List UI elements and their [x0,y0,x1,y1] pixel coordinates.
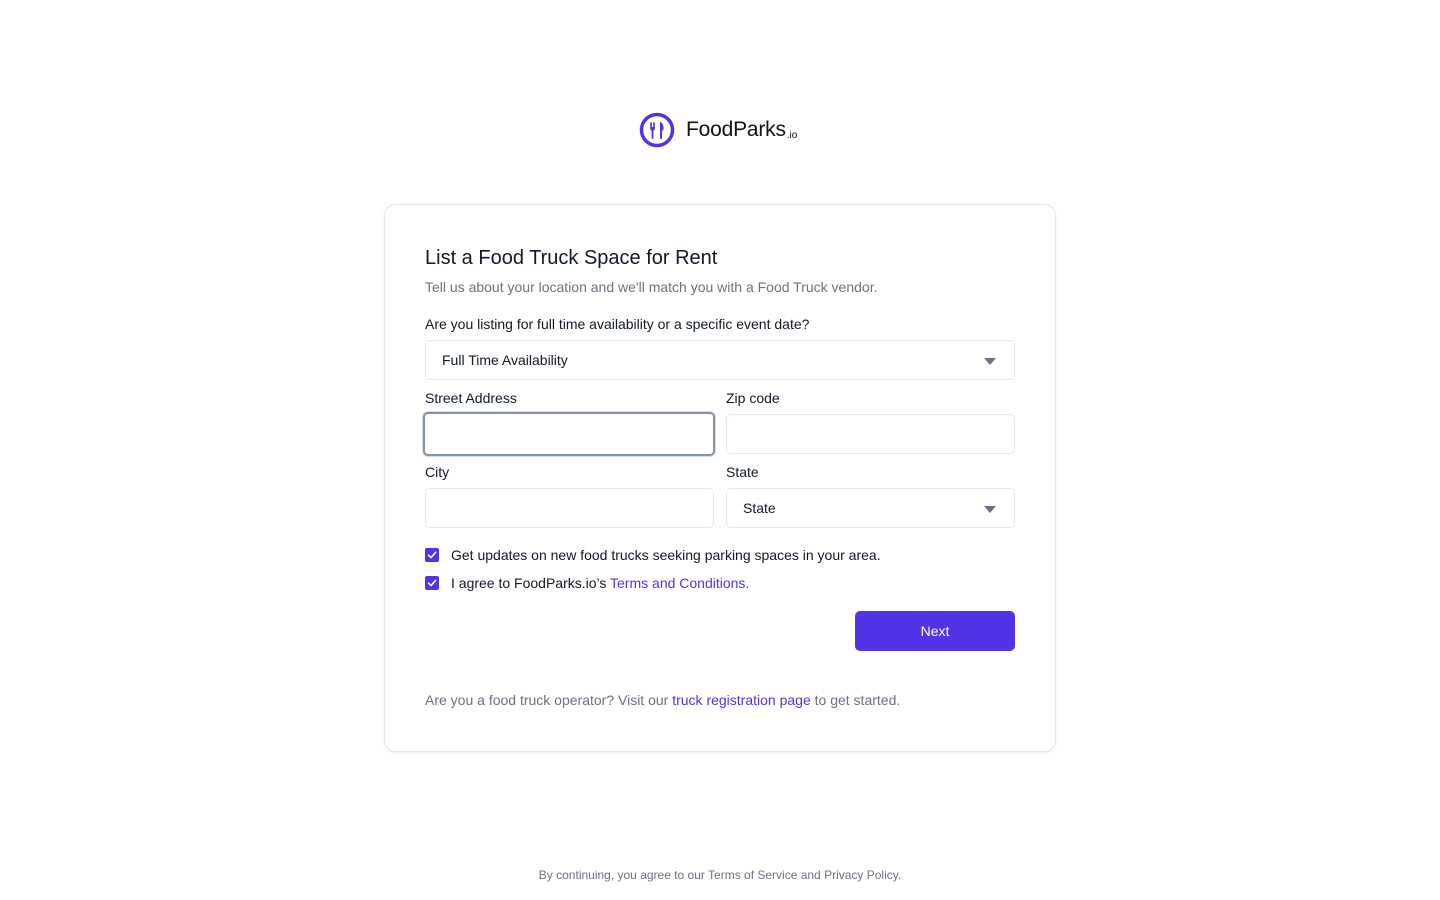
next-button[interactable]: Next [855,611,1015,651]
listing-form-card: List a Food Truck Space for Rent Tell us… [384,204,1056,752]
zip-code-input[interactable] [726,414,1015,454]
checkmark-icon [427,551,437,559]
checkmark-icon [427,579,437,587]
updates-checkbox-label: Get updates on new food trucks seeking p… [451,547,881,563]
terms-and-conditions-link[interactable]: Terms and Conditions [610,575,745,591]
brand-suffix: .io [786,129,798,141]
availability-label: Are you listing for full time availabili… [425,316,810,332]
form-subtitle: Tell us about your location and we'll ma… [425,279,878,295]
updates-checkbox[interactable] [425,548,439,562]
terms-label-suffix: . [745,575,750,591]
availability-selected-value: Full Time Availability [442,352,568,368]
state-select[interactable]: State [726,488,1015,528]
terms-checkbox-row[interactable]: I agree to FoodParks.io’s Terms and Cond… [425,575,749,591]
street-address-input[interactable] [423,412,715,456]
caret-down-icon [984,506,996,513]
updates-checkbox-row[interactable]: Get updates on new food trucks seeking p… [425,547,881,563]
operator-prompt-suffix: to get started. [810,692,901,708]
city-input[interactable] [425,488,714,528]
form-title: List a Food Truck Space for Rent [425,247,718,269]
legal-footer: By continuing, you agree to our Terms of… [538,868,902,882]
brand-logo[interactable]: FoodParks .io [639,112,797,148]
state-selected-value: State [743,500,776,516]
truck-registration-link[interactable]: truck registration page [672,692,811,708]
terms-checkbox[interactable] [425,576,439,590]
terms-label-prefix: I agree to FoodParks.io’s [451,575,611,591]
operator-prompt: Are you a food truck operator? Visit our… [425,692,900,708]
state-label: State [726,464,759,480]
street-address-label: Street Address [425,390,517,406]
terms-checkbox-label: I agree to FoodParks.io’s Terms and Cond… [451,575,749,591]
caret-down-icon [984,358,996,365]
zip-code-label: Zip code [726,390,780,406]
brand-name: FoodParks [686,118,786,141]
availability-select[interactable]: Full Time Availability [425,340,1015,380]
fork-knife-icon [639,112,675,148]
operator-prompt-prefix: Are you a food truck operator? Visit our [425,692,673,708]
city-label: City [425,464,450,480]
